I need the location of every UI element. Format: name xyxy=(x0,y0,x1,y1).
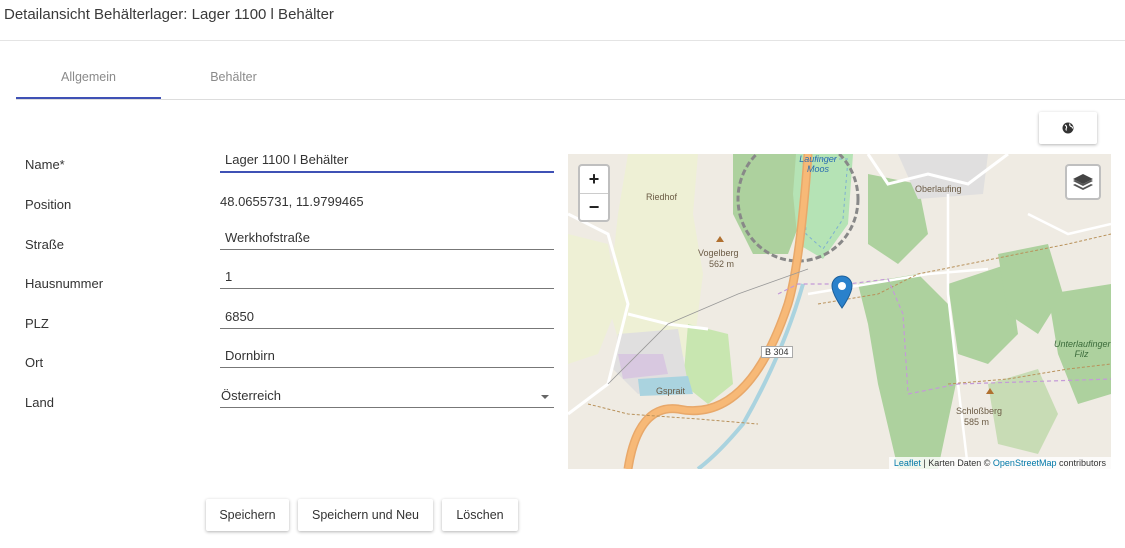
position-label: Position xyxy=(25,197,72,212)
zip-value: 6850 xyxy=(225,309,254,324)
house-number-value: 1 xyxy=(225,269,233,284)
map-label-laufinger-moos: Laufinger Moos xyxy=(799,154,837,174)
dropdown-caret-icon xyxy=(541,395,549,399)
map-label-vogelberg: Vogelberg xyxy=(698,248,739,258)
city-label: Ort xyxy=(25,355,44,370)
tab-allgemein[interactable]: Allgemein xyxy=(16,58,161,99)
layers-button[interactable] xyxy=(1065,164,1101,200)
delete-button[interactable]: Löschen xyxy=(442,499,518,531)
map-label-schlossberg: Schloßberg xyxy=(956,406,1003,416)
zoom-in-button[interactable]: + xyxy=(580,166,608,194)
country-label: Land xyxy=(25,395,54,410)
street-label: Straße xyxy=(25,237,65,252)
country-value: Österreich xyxy=(221,388,281,403)
name-label: Name* xyxy=(25,157,65,172)
city-value: Dornbirn xyxy=(225,348,275,363)
globe-icon xyxy=(1062,122,1074,134)
page-header: Detailansicht Behälterlager: Lager 1100 … xyxy=(0,0,1125,41)
page-title: Detailansicht Behälterlager: Lager 1100 … xyxy=(4,6,334,23)
map-label-unterlaufinger-filz: Unterlaufinger Filz xyxy=(1054,339,1111,359)
street-field[interactable]: Werkhofstraße xyxy=(220,230,554,250)
save-button[interactable]: Speichern xyxy=(206,499,289,531)
zoom-out-button[interactable]: − xyxy=(580,194,608,221)
map-label-b304: B 304 xyxy=(761,346,793,358)
attribution-contributors: contributors xyxy=(1056,458,1106,468)
save-and-new-button[interactable]: Speichern und Neu xyxy=(298,499,433,531)
map-label-schlossberg-height: 585 m xyxy=(964,417,990,427)
map-label-gsprait: Gsprait xyxy=(656,386,686,396)
map-label-riedhof: Riedhof xyxy=(646,192,678,202)
position-value: 48.0655731, 11.9799465 xyxy=(220,194,364,209)
zoom-control: + − xyxy=(578,164,610,222)
tab-behaelter[interactable]: Behälter xyxy=(161,58,306,99)
attribution-separator: | Karten Daten © xyxy=(920,458,993,468)
name-field[interactable]: Lager 1100 l Behälter xyxy=(220,152,554,173)
map-label-oberlaufing: Oberlaufing xyxy=(915,184,962,194)
house-number-field[interactable]: 1 xyxy=(220,269,554,289)
country-select[interactable]: Österreich xyxy=(220,388,554,408)
name-value: Lager 1100 l Behälter xyxy=(225,152,349,167)
layers-icon xyxy=(1073,174,1093,190)
street-value: Werkhofstraße xyxy=(225,230,311,245)
map[interactable]: Riedhof Oberlaufing Laufinger Moos Vogel… xyxy=(568,154,1111,469)
leaflet-link[interactable]: Leaflet xyxy=(894,458,921,468)
zip-field[interactable]: 6850 xyxy=(220,309,554,329)
location-marker-icon[interactable] xyxy=(831,275,853,309)
city-field[interactable]: Dornbirn xyxy=(220,348,554,368)
map-label-vogelberg-height: 562 m xyxy=(709,259,735,269)
zip-label: PLZ xyxy=(25,316,49,331)
osm-link[interactable]: OpenStreetMap xyxy=(993,458,1057,468)
map-attribution: Leaflet | Karten Daten © OpenStreetMap c… xyxy=(888,457,1111,469)
house-number-label: Hausnummer xyxy=(25,276,104,291)
globe-button[interactable] xyxy=(1039,112,1097,144)
tab-bar: Allgemein Behälter xyxy=(16,58,1125,100)
